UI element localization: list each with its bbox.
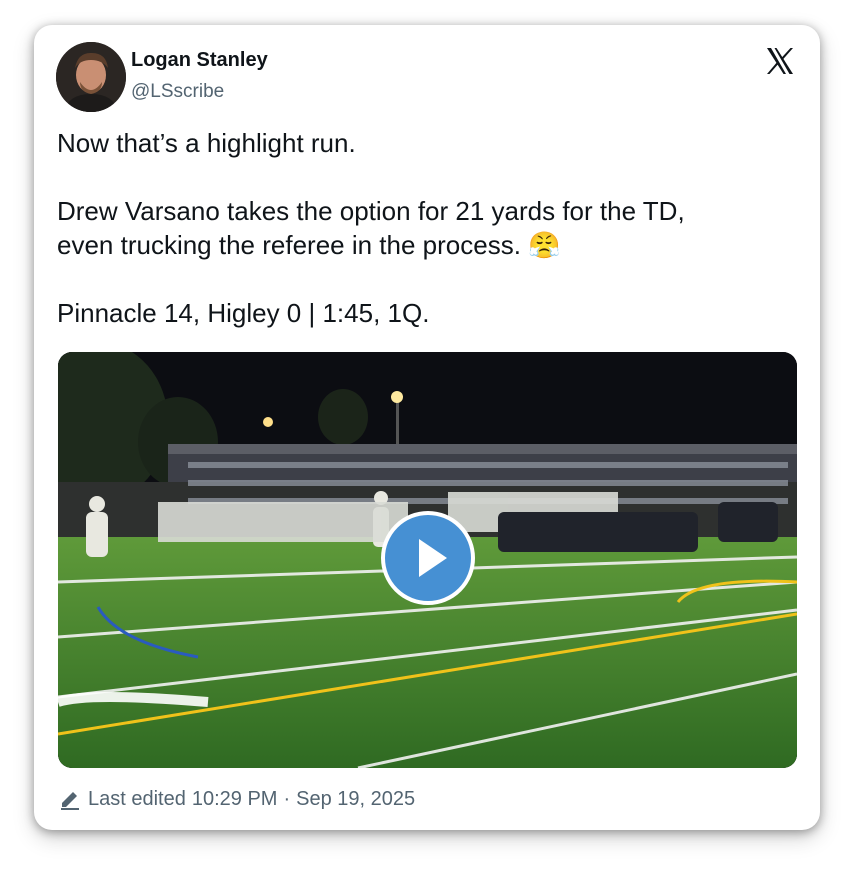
x-logo-icon[interactable] — [764, 45, 796, 77]
edit-date[interactable]: Sep 19, 2025 — [296, 788, 415, 811]
play-button[interactable] — [381, 511, 475, 605]
avatar[interactable] — [56, 42, 126, 112]
edit-info: Last edited 10:29 PM · Sep 19, 2025 — [59, 787, 415, 811]
author-name[interactable]: Logan Stanley — [131, 49, 268, 72]
tweet-text: Now that’s a highlight run. Drew Varsano… — [57, 126, 797, 330]
angry-face-emoji: 😤 — [528, 230, 561, 260]
play-icon — [419, 539, 447, 577]
tweet-line: Pinnacle 14, Higley 0 | 1:45, 1Q. — [57, 298, 430, 328]
video-thumbnail[interactable] — [58, 352, 797, 768]
author-handle[interactable]: @LSscribe — [131, 81, 224, 103]
tweet-card[interactable]: Logan Stanley @LSscribe Now that’s a hig… — [34, 25, 820, 830]
edit-time[interactable]: 10:29 PM — [192, 788, 278, 811]
separator: · — [283, 787, 291, 810]
tweet-line: even trucking the referee in the process… — [57, 228, 797, 262]
tweet-line-text: even trucking the referee in the process… — [57, 230, 521, 260]
edited-label: Last edited — [88, 787, 186, 810]
pencil-icon — [61, 792, 79, 810]
tweet-line: Drew Varsano takes the option for 21 yar… — [57, 196, 685, 226]
tweet-line: Now that’s a highlight run. — [57, 128, 356, 158]
